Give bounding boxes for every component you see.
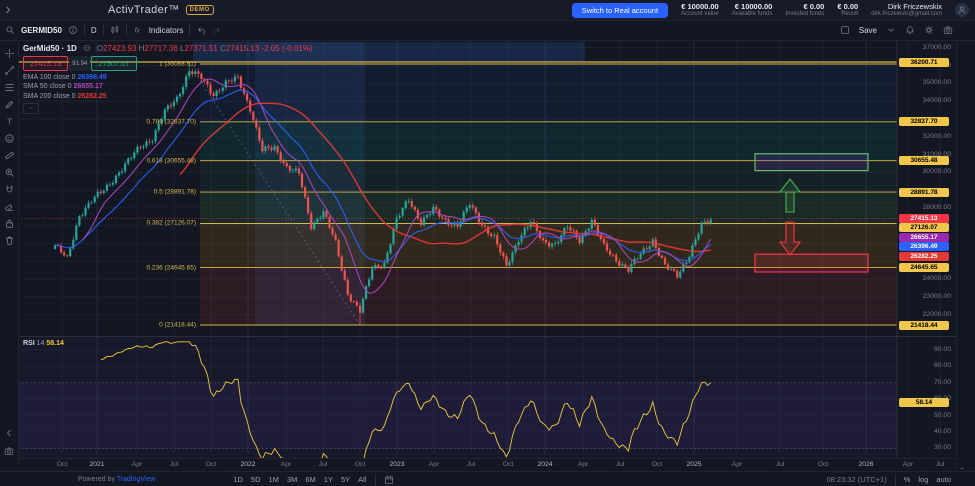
time-axis-label: Jul [466,461,476,468]
chart-canvas[interactable] [18,40,957,483]
time-axis-label: 2023 [389,461,405,468]
demo-badge: DEMO [185,5,214,15]
time-axis-label: Apr [577,461,589,468]
collapse-toolbar-icon[interactable] [2,426,16,440]
range-button-5d[interactable]: 5D [251,475,261,484]
scale-mode-auto[interactable]: auto [936,475,951,484]
time-axis-label: Apr [902,461,914,468]
range-button-1m[interactable]: 1M [269,475,279,484]
chart-area: GerMid50 · 1D O27423.93 H27717.36 L27371… [18,40,957,483]
avatar[interactable] [955,3,969,17]
time-axis-label: Apr [731,461,743,468]
app-logo: ActivTrader™ [108,4,180,16]
account-stat-3: € 0.00 Result [837,1,859,17]
time-axis-label: Oct [354,461,366,468]
trading-app-window: ActivTrader™ DEMO Switch to Real account… [0,0,975,486]
eraser-tool-icon[interactable] [2,199,16,213]
trend-line-tool-icon[interactable] [2,63,16,77]
settings-gear-icon[interactable] [924,25,934,35]
expand-sidebar-icon[interactable] [3,5,13,15]
time-axis-label: Jul [169,461,179,468]
person-icon [957,5,967,15]
user-block[interactable]: Dirk Friczewskix dirk.friczewski@gmail.c… [871,2,942,19]
range-button-6m[interactable]: 6M [305,475,315,484]
layout-icon[interactable] [840,25,850,35]
powered-by-text: Powered by [78,476,115,483]
time-axis-label: Apr [131,461,143,468]
time-axis-label: 2025 [686,461,702,468]
date-range-buttons: 1D 5D 1M 3M 6M 1Y 5Y All [233,475,366,484]
time-axis[interactable]: Oct 2021 Apr Jul Oct 2022 Apr Jul Oct 2023 Apr Jul O… [18,458,975,472]
lock-tool-icon[interactable] [2,216,16,230]
brush-tool-icon[interactable] [2,97,16,111]
indicators-icon[interactable]: fx [133,25,143,35]
time-axis-label: Jul [775,461,785,468]
alert-bell-icon[interactable] [905,25,915,35]
range-button-5y[interactable]: 5Y [341,475,350,484]
time-axis-label: Apr [428,461,440,468]
info-icon[interactable] [68,25,78,35]
scale-mode-log[interactable]: log [918,475,928,484]
time-axis-label: Apr [280,461,292,468]
top-bar: ActivTrader™ DEMO Switch to Real account… [0,0,975,21]
calendar-icon[interactable] [384,475,394,485]
bottom-bar: Powered by TradingView 1D 5D 1M 3M 6M 1Y 5Y All… [0,471,975,486]
search-icon[interactable] [5,25,15,35]
user-name: Dirk Friczewskix [887,1,942,11]
range-button-1d[interactable]: 1D [233,475,243,484]
account-stat-1: € 10000.00 Available funds [731,1,773,17]
save-button[interactable]: Save [859,26,877,35]
time-axis-label: Oct [205,461,217,468]
tradingview-link[interactable]: TradingView [117,476,156,483]
measure-tool-icon[interactable] [2,148,16,162]
time-axis-label: 2021 [89,461,105,468]
emoji-tool-icon[interactable] [2,131,16,145]
undo-icon[interactable] [196,25,206,35]
text-tool-tool-icon[interactable]: T [2,114,16,128]
right-rail [956,20,975,468]
time-axis-label: Oct [56,461,68,468]
svg-text:fx: fx [134,28,140,35]
symbol-search[interactable]: GERMID50 [21,26,62,35]
time-axis-label: Jul [935,461,945,468]
chart-toolbar: GERMID50 D fx Indicators Save [0,20,975,41]
time-axis-label: Jul [318,461,328,468]
drawing-toolbar: T [0,40,19,464]
trash-tool-icon[interactable] [2,233,16,247]
svg-text:T: T [7,117,12,126]
scale-mode-%[interactable]: % [904,475,911,484]
time-axis-label: Oct [651,461,663,468]
indicators-button[interactable]: Indicators [149,26,184,35]
account-stats: € 10000.00 Account value € 10000.00 Availab… [681,2,858,19]
switch-to-real-account-button[interactable]: Switch to Real account [571,2,669,18]
time-axis-label: 2024 [537,461,553,468]
crosshair-tool-icon[interactable] [2,46,16,60]
account-stat-2: € 0.00 Invested funds [785,1,825,17]
zoom-tool-icon[interactable] [2,165,16,179]
chart-type-icon[interactable] [110,25,120,35]
screenshot-camera-icon[interactable] [943,25,953,35]
powered-by: Powered by TradingView [78,476,155,483]
redo-icon[interactable] [212,25,222,35]
magnet-tool-icon[interactable] [2,182,16,196]
time-axis-label: Oct [817,461,829,468]
range-button-all[interactable]: All [358,475,366,484]
range-button-1y[interactable]: 1Y [324,475,333,484]
time-axis-label: 2026 [858,461,874,468]
user-email: dirk.friczewski@gmail.com [871,10,942,17]
time-axis-label: Oct [502,461,514,468]
range-button-3m[interactable]: 3M [287,475,297,484]
timeframe-button[interactable]: D [91,26,97,35]
snapshot-icon[interactable] [2,444,16,458]
time-axis-label: Jul [615,461,625,468]
chevron-down-icon[interactable] [886,25,896,35]
clock[interactable]: 08:23:32 (UTC+1) [826,475,886,484]
fib-retracement-tool-icon[interactable] [2,80,16,94]
scale-mode-buttons: % log auto [904,475,951,484]
account-stat-0: € 10000.00 Account value [681,1,719,17]
time-axis-label: 2022 [240,461,256,468]
